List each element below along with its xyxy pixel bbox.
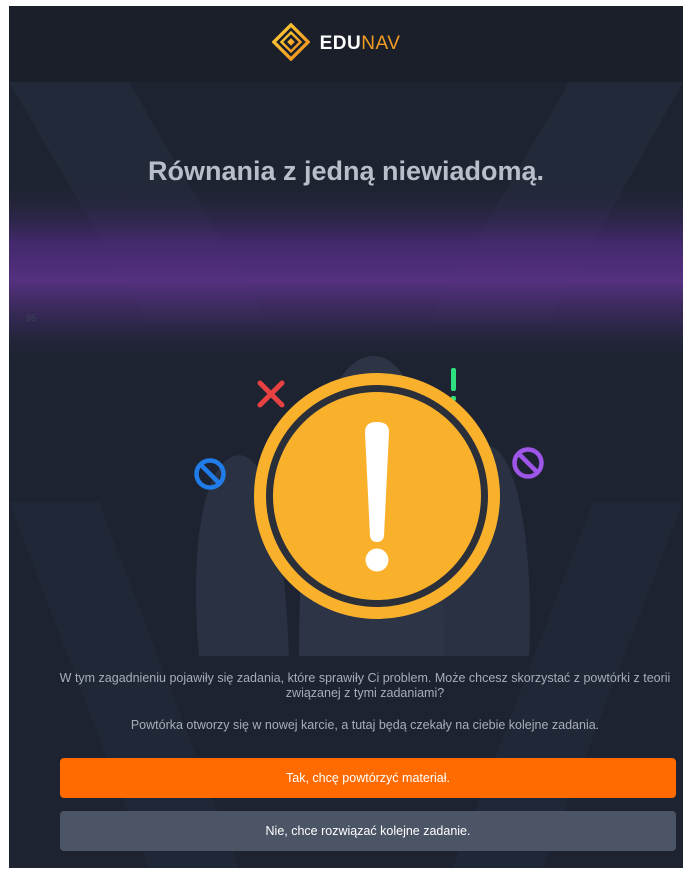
illustration-canvas bbox=[194, 356, 544, 656]
exclamation-small-icon bbox=[451, 368, 456, 401]
review-material-button[interactable]: Tak, chcę powtórzyć materiał. bbox=[60, 758, 676, 798]
modal-frame: EDUNAV Równania z jedną niewiadomą. 95 W… bbox=[9, 6, 683, 868]
page-title: Równania z jedną niewiadomą. bbox=[147, 156, 545, 186]
warning-illustration bbox=[159, 346, 559, 656]
edunav-logo: EDUNAV bbox=[271, 22, 401, 66]
side-number: 95 bbox=[26, 313, 37, 323]
logo-wordmark: EDUNAV bbox=[320, 33, 401, 55]
logo-text-nav: NAV bbox=[361, 33, 401, 54]
new-tab-note: Powtórka otworzy się w nowej karcie, a t… bbox=[130, 718, 600, 732]
prohibited-purple-icon bbox=[512, 447, 544, 479]
header: EDUNAV bbox=[9, 6, 683, 82]
logo-text-edu: EDU bbox=[319, 33, 362, 54]
next-task-button[interactable]: Nie, chce rozwiązać kolejne zadanie. bbox=[60, 811, 676, 851]
edunav-diamond-logo-icon bbox=[271, 22, 311, 66]
exclamation-circle-icon bbox=[254, 373, 500, 619]
problem-message: W tym zagadnieniu pojawiły się zadania, … bbox=[59, 671, 671, 700]
cross-icon bbox=[257, 380, 285, 408]
